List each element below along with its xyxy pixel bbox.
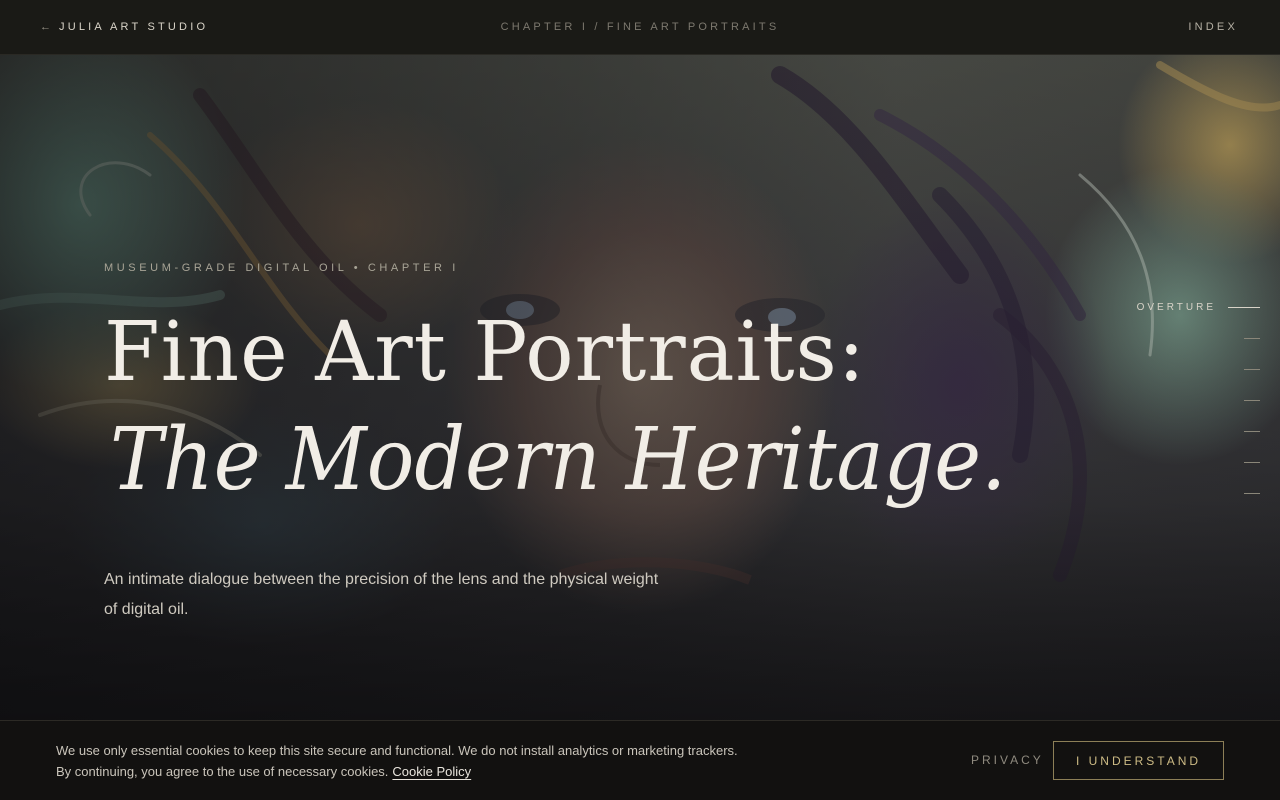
hero-title: Fine Art Portraits: xyxy=(104,305,866,400)
hero-lede: An intimate dialogue between the precisi… xyxy=(104,571,659,618)
section-nav-tick[interactable] xyxy=(1244,431,1260,432)
hero-subtitle: The Modern Heritage. xyxy=(110,410,1007,510)
section-nav-active-label: OVERTURE xyxy=(1136,301,1216,313)
section-nav-tick[interactable] xyxy=(1244,369,1260,370)
section-nav-tick[interactable] xyxy=(1244,400,1260,401)
privacy-button[interactable]: PRIVACY xyxy=(971,753,1044,767)
section-nav-overture[interactable]: OVERTURE xyxy=(1137,298,1260,316)
chapter-breadcrumb: CHAPTER I / FINE ART PORTRAITS xyxy=(500,21,780,33)
active-line-indicator xyxy=(1228,306,1260,308)
section-nav-tick[interactable] xyxy=(1244,462,1260,463)
top-bar: ← JULIA ART STUDIO CHAPTER I / FINE ART P… xyxy=(0,0,1280,55)
section-nav-tick[interactable] xyxy=(1244,493,1260,494)
cookie-text: We use only essential cookies to keep th… xyxy=(56,740,756,782)
index-link[interactable]: INDEX xyxy=(1188,21,1238,33)
accept-cookies-button[interactable]: I UNDERSTAND xyxy=(1053,741,1224,780)
cookie-policy-link[interactable]: Cookie Policy xyxy=(392,764,471,779)
section-nav: OVERTURE xyxy=(1120,298,1280,508)
hero-eyebrow: MUSEUM-GRADE DIGITAL OIL • CHAPTER I xyxy=(104,262,459,274)
section-nav-tick[interactable] xyxy=(1244,338,1260,339)
